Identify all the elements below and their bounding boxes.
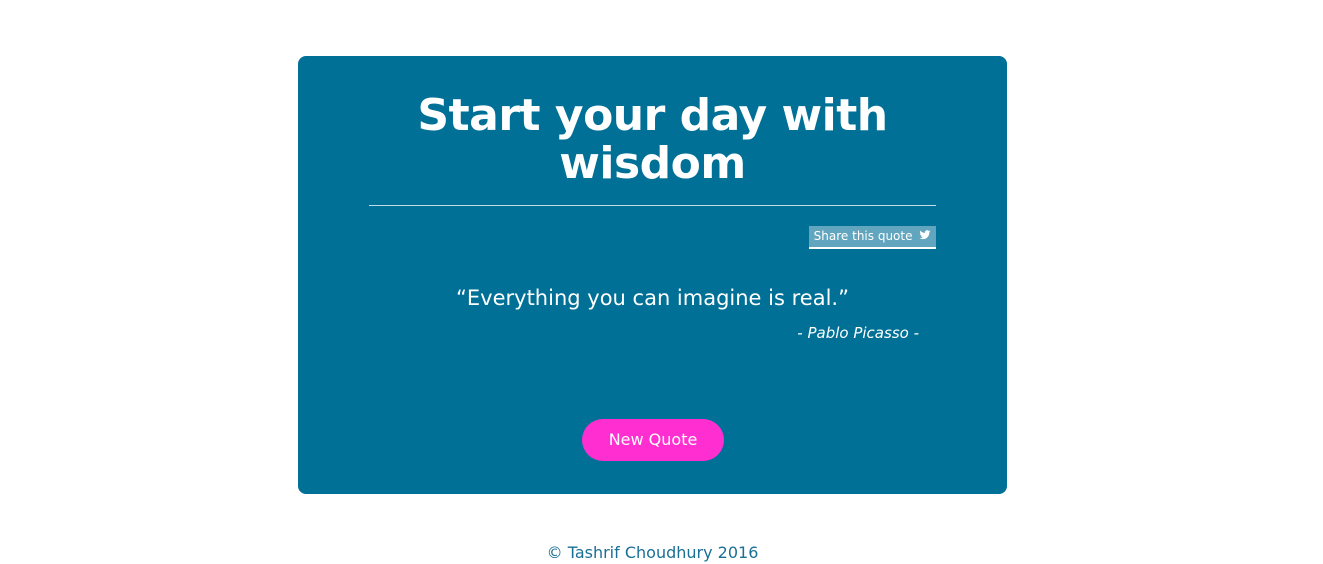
new-quote-button[interactable]: New Quote bbox=[582, 419, 724, 461]
twitter-icon bbox=[919, 230, 931, 240]
page-title: Start your day with wisdom bbox=[298, 92, 1007, 188]
quote-card: Start your day with wisdom Share this qu… bbox=[298, 56, 1007, 494]
share-quote-label: Share this quote bbox=[813, 229, 913, 243]
title-divider bbox=[369, 205, 936, 206]
title-line-2: wisdom bbox=[559, 138, 746, 189]
footer-credit: © Tashrif Choudhury 2016 bbox=[546, 543, 759, 562]
share-quote-button[interactable]: Share this quote bbox=[809, 226, 936, 249]
quote-author: - Pablo Picasso - bbox=[797, 324, 919, 342]
title-line-1: Start your day with bbox=[417, 90, 888, 141]
quote-text: “Everything you can imagine is real.” bbox=[456, 286, 849, 310]
